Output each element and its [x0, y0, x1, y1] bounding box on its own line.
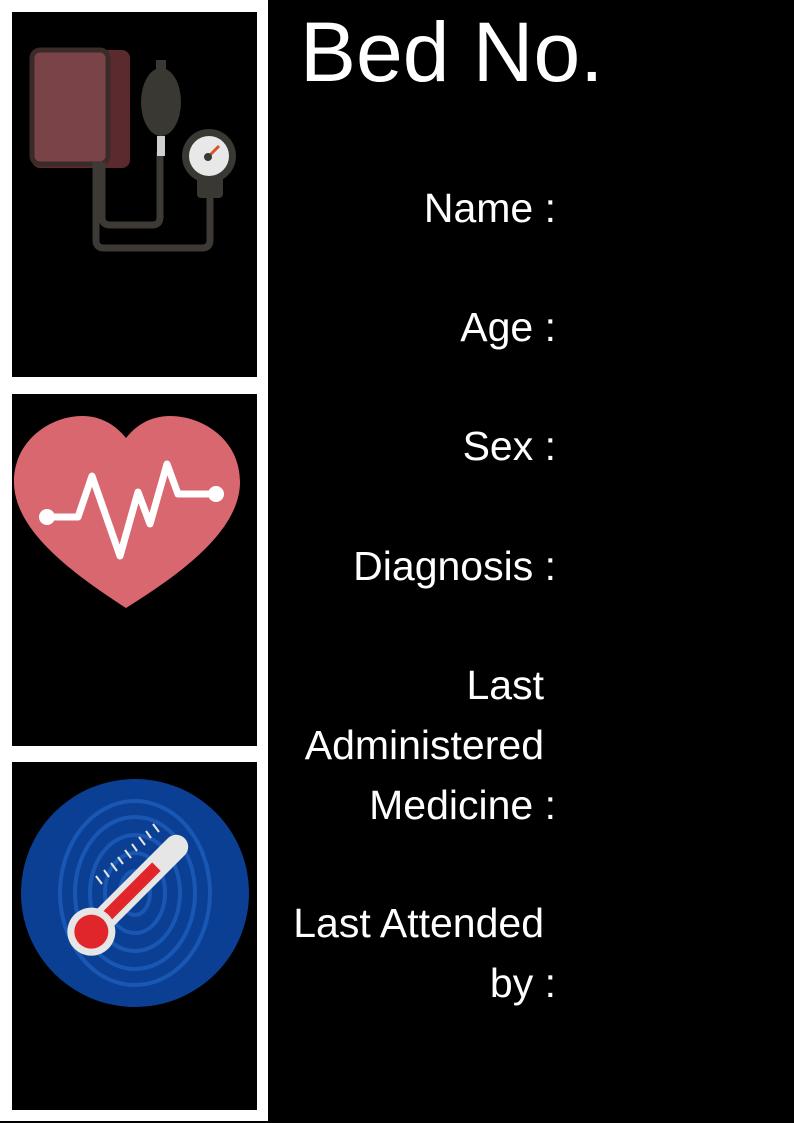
name-label: Name :	[423, 185, 556, 231]
last-medicine-label-line-1: Last	[466, 662, 545, 708]
last-attended-label-line-2: by :	[489, 960, 556, 1006]
age-field: Age :	[256, 297, 556, 357]
name-field: Name :	[256, 178, 556, 238]
heart-panel	[12, 394, 257, 746]
last-attended-field: Last Attended by :	[256, 893, 556, 1013]
sex-label: Sex :	[462, 423, 556, 469]
last-medicine-label-line-3: Medicine :	[369, 782, 556, 828]
blood-pressure-monitor-icon	[29, 47, 236, 252]
page-title: Bed No.	[300, 5, 604, 99]
icon-column	[0, 0, 268, 1121]
age-label: Age :	[460, 304, 556, 350]
diagnosis-field: Diagnosis :	[256, 536, 556, 596]
heart-pulse-icon	[14, 416, 240, 608]
last-attended-label-line-1: Last Attended	[293, 900, 544, 946]
thermometer-icon	[21, 779, 249, 1007]
diagnosis-label: Diagnosis :	[353, 543, 556, 589]
last-medicine-field: Last Administered Medicine :	[256, 655, 556, 835]
thermometer-panel	[12, 762, 257, 1110]
last-medicine-label-line-2: Administered	[304, 722, 544, 768]
blood-pressure-panel	[12, 12, 257, 377]
sex-field: Sex :	[256, 416, 556, 476]
